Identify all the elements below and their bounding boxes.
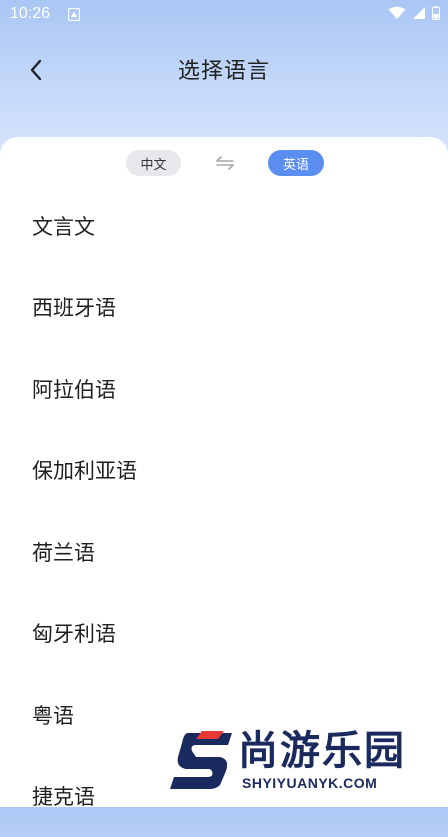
status-bar: 10:26 [0,0,448,32]
battery-icon [432,6,440,20]
status-time: 10:26 [10,5,50,23]
language-item[interactable]: 阿拉伯语 [0,348,448,430]
watermark-domain: SHYIYUANYK.COM [242,775,377,791]
language-item[interactable]: 西班牙语 [0,267,448,349]
target-language-pill[interactable]: 英语 [268,150,324,176]
watermark: 尚游乐园 SHYIYUANYK.COM [166,727,448,797]
language-switch: 中文 英语 [0,150,448,176]
signal-icon [412,6,426,20]
header: 选择语言 [0,40,448,96]
wifi-icon [388,6,406,20]
language-item[interactable]: 文言文 [0,185,448,267]
swap-icon[interactable] [214,154,236,172]
language-item[interactable]: 保加利亚语 [0,430,448,512]
notification-icon [68,8,80,21]
language-item[interactable]: 匈牙利语 [0,593,448,675]
language-item[interactable]: 荷兰语 [0,511,448,593]
status-icons [388,6,440,20]
source-language-pill[interactable]: 中文 [126,150,181,176]
watermark-logo-icon [166,729,236,791]
page-title: 选择语言 [0,53,448,85]
watermark-name: 尚游乐园 [238,729,406,773]
language-card: 中文 英语 文言文 西班牙语 阿拉伯语 保加利亚语 荷兰语 匈牙利语 粤语 捷克… [0,137,448,807]
